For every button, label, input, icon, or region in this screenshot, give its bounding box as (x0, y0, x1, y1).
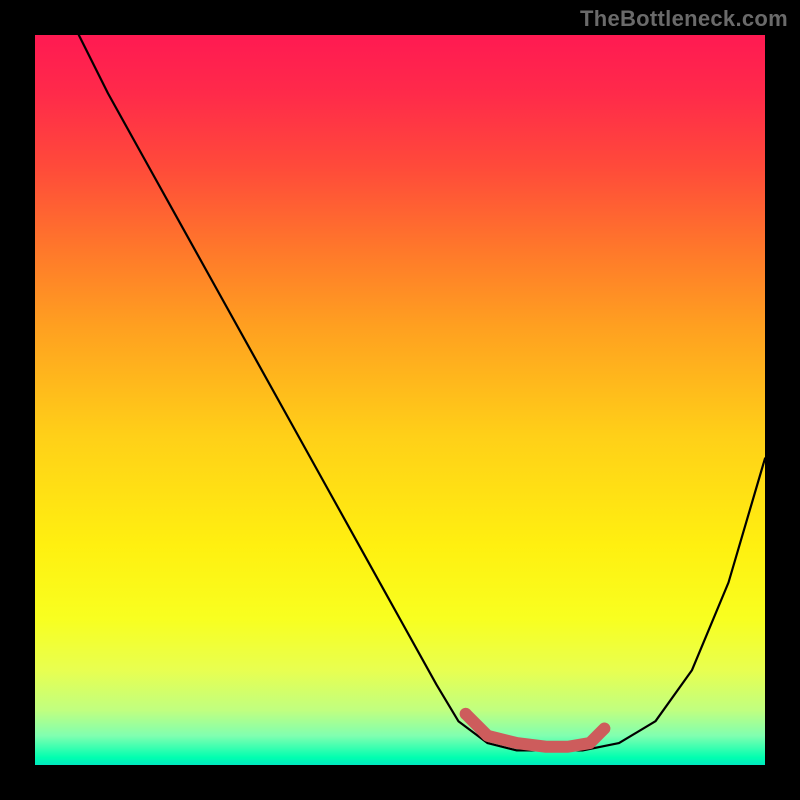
chart-svg (35, 35, 765, 765)
watermark-text: TheBottleneck.com (580, 6, 788, 32)
plot-area (35, 35, 765, 765)
bottleneck-curve (79, 35, 765, 750)
chart-stage: TheBottleneck.com (0, 0, 800, 800)
optimal-start-dot (460, 708, 472, 720)
